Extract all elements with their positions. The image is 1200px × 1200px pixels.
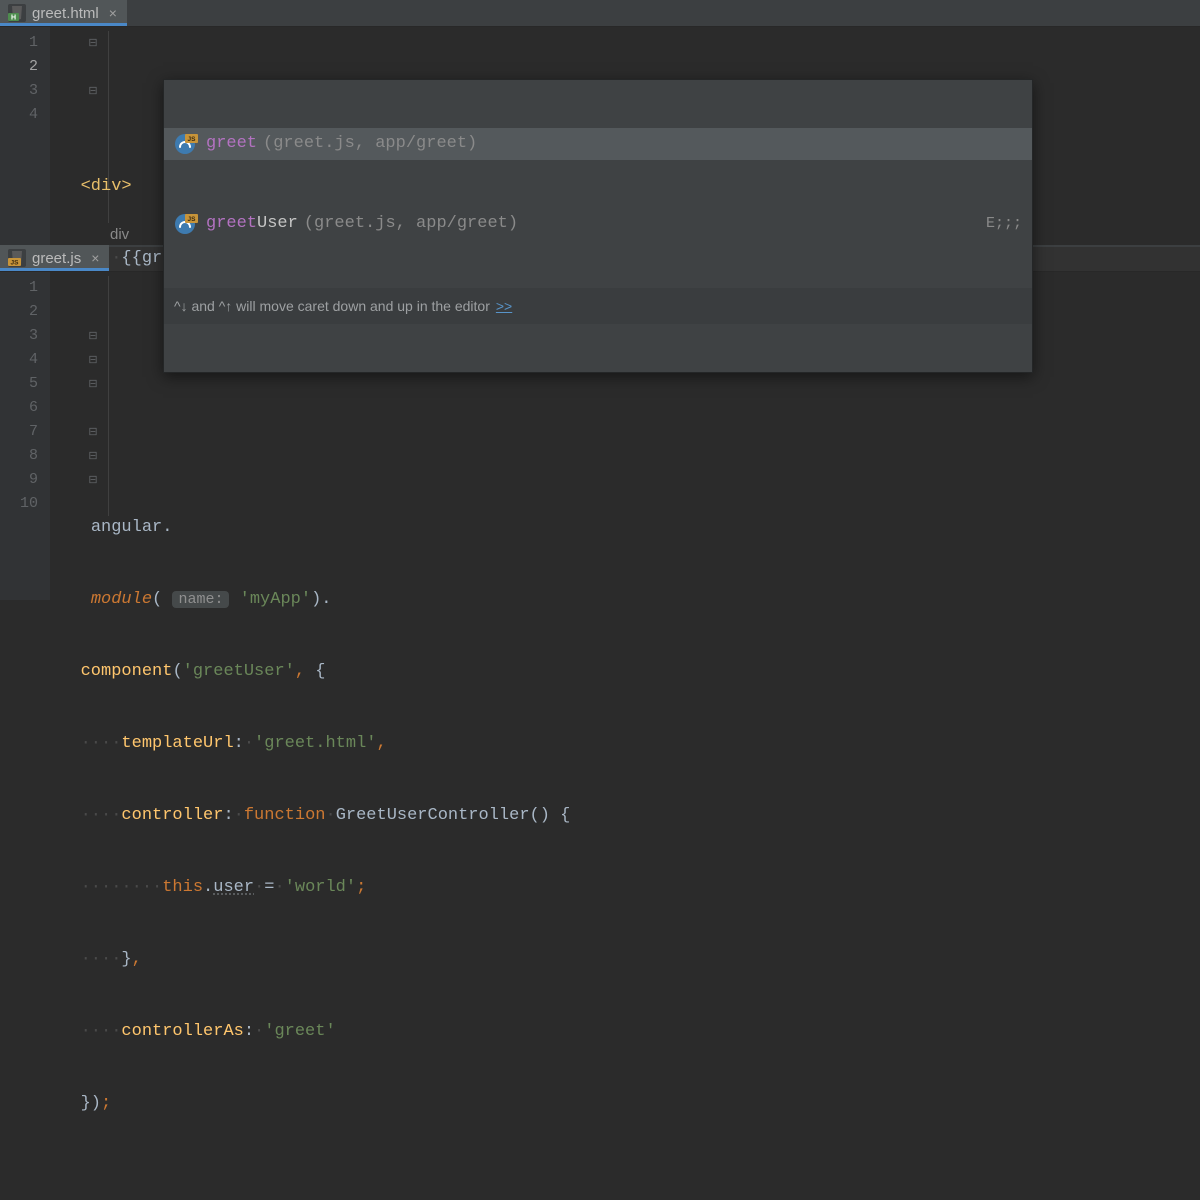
- identifier: angular: [91, 518, 162, 537]
- whitespace-dots: ····: [81, 806, 122, 825]
- breadcrumb[interactable]: div: [110, 223, 129, 247]
- line-number: 5: [0, 372, 38, 396]
- func-name: GreetUserController: [336, 806, 530, 825]
- line-gutter: 1 2 3 4: [0, 27, 50, 245]
- fold-icon[interactable]: ⊟: [87, 325, 99, 349]
- indent-guide: [108, 276, 109, 516]
- code-line: ········this.user·=·'world';: [50, 876, 1200, 900]
- code-line: ····controller:·function·GreetUserContro…: [50, 804, 1200, 828]
- close-icon[interactable]: ×: [91, 250, 99, 266]
- line-number: 9: [0, 468, 38, 492]
- match-text: greet: [206, 132, 257, 156]
- whitespace-dots: ·: [254, 878, 264, 897]
- string-token: 'greet.html': [254, 734, 376, 753]
- keyword: function: [244, 806, 326, 825]
- line-number: 3: [0, 324, 38, 348]
- fold-icon[interactable]: ⊟: [87, 445, 99, 469]
- method: component: [81, 662, 173, 681]
- line-number: 1: [0, 276, 38, 300]
- tab-label: greet.js: [32, 250, 81, 267]
- whitespace-dots: ····: [81, 1022, 122, 1041]
- tail-text: E;;;: [986, 212, 1022, 236]
- autocomplete-item[interactable]: greetUser (greet.js, app/greet) E;;;: [164, 208, 1032, 240]
- property: controllerAs: [121, 1022, 243, 1041]
- code-line: ····templateUrl:·'greet.html',: [50, 732, 1200, 756]
- fold-icon[interactable]: ⊟: [87, 32, 99, 56]
- string-token: 'world': [285, 878, 356, 897]
- js-symbol-icon: [174, 133, 196, 155]
- tab-greet-js[interactable]: greet.js ×: [0, 245, 109, 271]
- fold-icon[interactable]: ⊟: [87, 373, 99, 397]
- code-line: component('greetUser', {: [50, 660, 1200, 684]
- tab-bar: greet.html ×: [0, 0, 1200, 27]
- line-number: 4: [0, 103, 38, 127]
- tab-greet-html[interactable]: greet.html ×: [0, 0, 127, 26]
- fold-icon[interactable]: ⊟: [87, 421, 99, 445]
- whitespace-dots: ········: [81, 878, 163, 897]
- hint-link[interactable]: >>: [496, 294, 512, 318]
- line-gutter: 1 2 3 4 5 6 7 8 9 10: [0, 272, 50, 600]
- property: controller: [121, 806, 223, 825]
- autocomplete-hint: ^↓ and ^↑ will move caret down and up in…: [164, 288, 1032, 324]
- whitespace-dots: ····: [81, 734, 122, 753]
- editor-pane-html: greet.html × 1 2 3 4 ⊟ ⊟ <div> ····{{gre…: [0, 0, 1200, 245]
- code-line: module( name: 'myApp').: [50, 588, 1200, 612]
- line-number: 4: [0, 348, 38, 372]
- code-line: ····},: [50, 948, 1200, 972]
- line-number: 7: [0, 420, 38, 444]
- property: templateUrl: [121, 734, 233, 753]
- whitespace-dots: ·: [234, 806, 244, 825]
- location-text: (greet.js, app/greet): [304, 212, 518, 236]
- autocomplete-popup: greet (greet.js, app/greet) greetUser (g…: [163, 79, 1033, 373]
- match-text: greet: [206, 212, 257, 236]
- code-line: ····controllerAs:·'greet': [50, 1020, 1200, 1044]
- html-file-icon: [8, 4, 26, 22]
- js-file-icon: [8, 249, 26, 267]
- code-line: [50, 1164, 1200, 1188]
- whitespace-dots: ·: [254, 1022, 264, 1041]
- line-number: 8: [0, 444, 38, 468]
- whitespace-dots: ·: [274, 878, 284, 897]
- string-token: 'greet': [264, 1022, 335, 1041]
- whitespace-dots: ·: [325, 806, 335, 825]
- fold-icon[interactable]: ⊟: [87, 349, 99, 373]
- autocomplete-item[interactable]: greet (greet.js, app/greet): [164, 128, 1032, 160]
- line-number: 1: [0, 31, 38, 55]
- code-line: angular.: [50, 516, 1200, 540]
- fold-icon[interactable]: ⊟: [87, 469, 99, 493]
- string-token: 'greetUser': [183, 662, 295, 681]
- line-number: 10: [0, 492, 38, 516]
- property: user: [213, 878, 254, 897]
- code-line: });: [50, 1092, 1200, 1116]
- line-number: 2: [0, 55, 38, 79]
- hint-text: ^↓ and ^↑ will move caret down and up in…: [174, 294, 490, 318]
- tab-label: greet.html: [32, 5, 99, 22]
- js-symbol-icon: [174, 213, 196, 235]
- tag-token: <div>: [81, 177, 132, 196]
- code-area[interactable]: ⊟ ⊟ <div> ····{{greet}} < greet (greet.j…: [50, 27, 1200, 245]
- whitespace-dots: ····: [81, 950, 122, 969]
- line-number: 3: [0, 79, 38, 103]
- keyword: this: [162, 878, 203, 897]
- location-text: (greet.js, app/greet): [263, 132, 477, 156]
- fold-icon[interactable]: ⊟: [87, 80, 99, 104]
- code-editor-html[interactable]: 1 2 3 4 ⊟ ⊟ <div> ····{{greet}} < greet …: [0, 27, 1200, 245]
- close-icon[interactable]: ×: [109, 5, 117, 21]
- whitespace-dots: ·: [244, 734, 254, 753]
- line-number: 6: [0, 396, 38, 420]
- line-number: 2: [0, 300, 38, 324]
- rest-text: User: [257, 212, 298, 236]
